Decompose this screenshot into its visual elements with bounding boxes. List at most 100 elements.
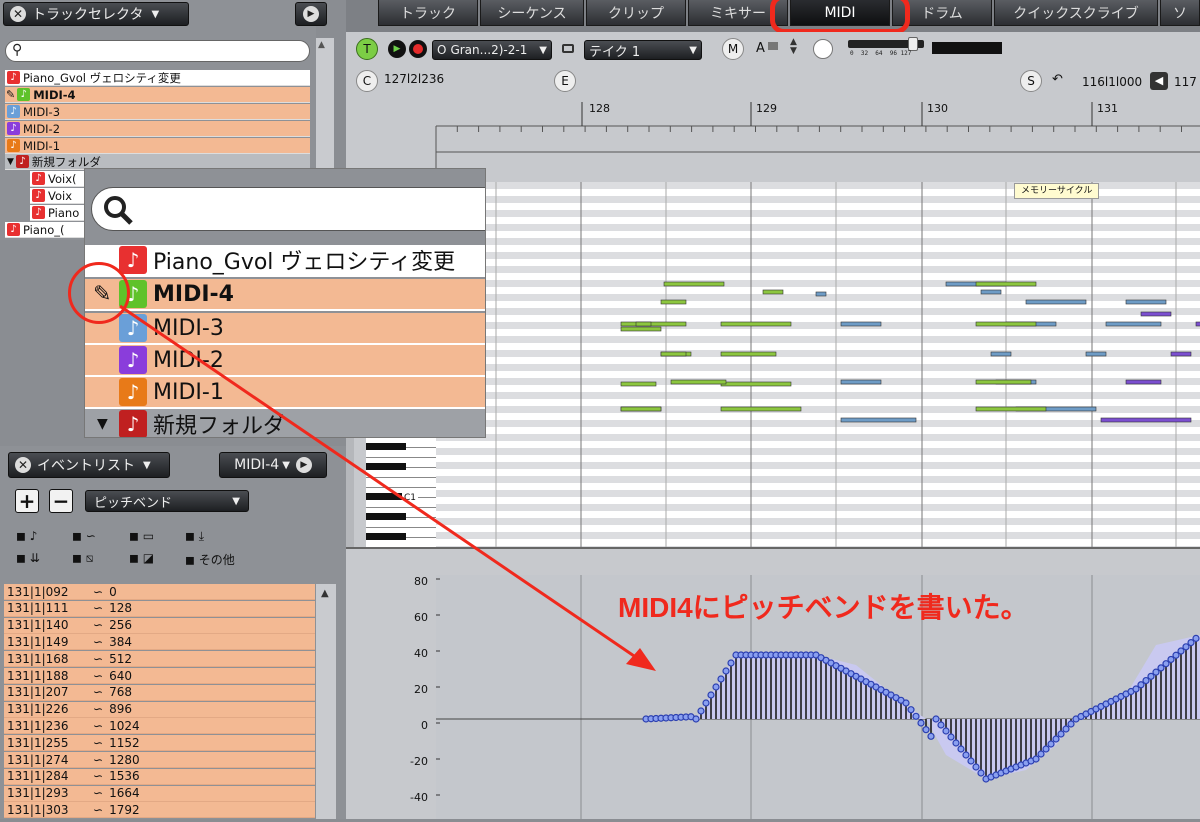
velocity-knob[interactable] [813, 39, 833, 59]
bend-point[interactable] [902, 699, 910, 707]
midi-note[interactable] [980, 289, 1002, 295]
disclosure-icon[interactable]: ▼ [97, 416, 108, 432]
bend-filter-checkbox[interactable]: ◼ ∽ [72, 529, 96, 543]
midi-note[interactable] [1100, 417, 1192, 423]
bend-point[interactable] [972, 763, 980, 771]
midi-note[interactable] [840, 379, 882, 385]
track-item[interactable]: ♪ MIDI-1 [5, 138, 310, 154]
zoomed-track-item[interactable]: ♪ Piano_Gvol ヴェロシティ変更 [85, 245, 485, 277]
zoomed-track-item[interactable]: ♪ MIDI-1 [85, 377, 485, 409]
event-row[interactable]: 131|1|236 ∽ 1024 [4, 718, 315, 735]
arrow-left-icon[interactable]: ◀ [1150, 72, 1168, 90]
bend-point[interactable] [952, 739, 960, 747]
event-row[interactable]: 131|1|303 ∽ 1792 [4, 802, 315, 819]
bend-point[interactable] [1052, 735, 1060, 743]
bend-point[interactable] [907, 706, 915, 714]
midi-note[interactable] [975, 321, 1037, 327]
close-icon[interactable]: ✕ [15, 457, 31, 473]
tab-sequence[interactable]: シーケンス [480, 0, 584, 26]
event-row[interactable]: 131|1|168 ∽ 512 [4, 651, 315, 668]
midi-note[interactable] [660, 351, 687, 357]
zoomed-track-item[interactable]: ✎ ♪ MIDI-4 [85, 279, 485, 311]
midi-note[interactable] [1125, 299, 1167, 305]
aftertouch-filter-checkbox[interactable]: ◼ ⤓ [185, 529, 204, 544]
bend-point[interactable] [927, 732, 935, 740]
midi-note[interactable] [720, 406, 802, 412]
search-input[interactable] [91, 187, 485, 231]
track-selector-menu[interactable]: ✕ トラックセレクタ ▼ [3, 2, 189, 26]
midi-note[interactable] [975, 281, 1037, 287]
bend-point[interactable] [922, 726, 930, 734]
event-row[interactable]: 131|1|092 ∽ 0 [4, 584, 315, 600]
track-item[interactable]: ♪ Piano_Gvol ヴェロシティ変更 [5, 70, 310, 86]
record-icon[interactable] [409, 40, 427, 58]
midi-note[interactable] [1195, 321, 1200, 327]
pane-divider[interactable] [346, 547, 1200, 575]
event-row[interactable]: 131|1|255 ∽ 1152 [4, 735, 315, 752]
stepper-icon[interactable]: ▲ ▼ [790, 38, 797, 56]
disclosure-icon[interactable]: ▼ [7, 157, 14, 167]
scrollbar[interactable]: ▲ [316, 584, 336, 819]
midi-note[interactable] [620, 406, 662, 412]
event-row[interactable]: 131|1|188 ∽ 640 [4, 668, 315, 684]
tab-track[interactable]: トラック [378, 0, 478, 26]
bend-point[interactable] [722, 667, 730, 675]
event-filter-select[interactable]: ピッチベンド ▼ [85, 490, 249, 512]
event-track-select[interactable]: MIDI-4 ▼ ▶ [219, 452, 327, 478]
midi-note[interactable] [620, 321, 687, 327]
midi-note[interactable] [1105, 321, 1162, 327]
bend-point[interactable] [712, 683, 720, 691]
midi-note[interactable] [975, 406, 1047, 412]
bend-point[interactable] [957, 745, 965, 753]
midi-note[interactable] [1085, 351, 1107, 357]
e-button[interactable]: E [554, 70, 576, 92]
event-row[interactable]: 131|1|111 ∽ 128 [4, 600, 315, 617]
bend-point[interactable] [1192, 634, 1200, 642]
bend-point[interactable] [942, 727, 950, 735]
midi-note[interactable] [720, 381, 792, 387]
midi-note[interactable] [1170, 351, 1192, 357]
bend-point[interactable] [1062, 725, 1070, 733]
bend-point[interactable] [912, 712, 920, 720]
zoomed-track-item[interactable]: ♪ MIDI-2 [85, 345, 485, 377]
bend-point[interactable] [727, 659, 735, 667]
bend-point[interactable] [1042, 745, 1050, 753]
midi-note[interactable] [663, 281, 725, 287]
event-row[interactable]: 131|1|149 ∽ 384 [4, 634, 315, 651]
s-button[interactable]: S [1020, 70, 1042, 92]
search-input[interactable]: ⚲ [5, 40, 310, 62]
bend-point[interactable] [1067, 720, 1075, 728]
zoomed-track-item[interactable]: ♪ MIDI-3 [85, 313, 485, 345]
midi-note[interactable] [840, 321, 882, 327]
midi-note[interactable] [720, 321, 792, 327]
play-icon[interactable]: ▶ [388, 40, 406, 58]
track-item[interactable]: ♪ MIDI-2 [5, 121, 310, 137]
event-row[interactable]: 131|1|207 ∽ 768 [4, 684, 315, 701]
midi-note[interactable] [660, 299, 687, 305]
close-icon[interactable]: ✕ [10, 6, 26, 22]
midi-note[interactable] [975, 379, 1032, 385]
zoomed-track-item[interactable]: ▼ ♪ 新規フォルダ [85, 409, 485, 437]
midi-note[interactable] [815, 291, 827, 297]
tab-clip[interactable]: クリップ [586, 0, 686, 26]
add-event-button[interactable]: + [15, 489, 39, 513]
bend-point[interactable] [702, 699, 710, 707]
a-button[interactable]: A [756, 41, 765, 56]
bend-point[interactable] [932, 715, 940, 723]
midi-note[interactable] [1140, 311, 1172, 317]
undo-icon[interactable]: ↶ [1052, 72, 1063, 87]
bend-point[interactable] [1032, 755, 1040, 763]
bend-point[interactable] [962, 751, 970, 759]
bend-point[interactable] [977, 769, 985, 777]
tab-more[interactable]: ソ [1160, 0, 1200, 26]
midi-note[interactable] [840, 417, 917, 423]
event-row[interactable]: 131|1|226 ∽ 896 [4, 701, 315, 718]
bend-point[interactable] [1047, 740, 1055, 748]
bend-point[interactable] [692, 715, 700, 723]
midi-note[interactable] [1125, 379, 1162, 385]
scroll-up-icon[interactable]: ▲ [321, 588, 331, 599]
bend-point[interactable] [947, 733, 955, 741]
play-icon[interactable]: ▶ [295, 457, 312, 473]
other-filter-checkbox[interactable]: ◼ その他 [185, 551, 235, 568]
midi-note[interactable] [635, 321, 652, 327]
